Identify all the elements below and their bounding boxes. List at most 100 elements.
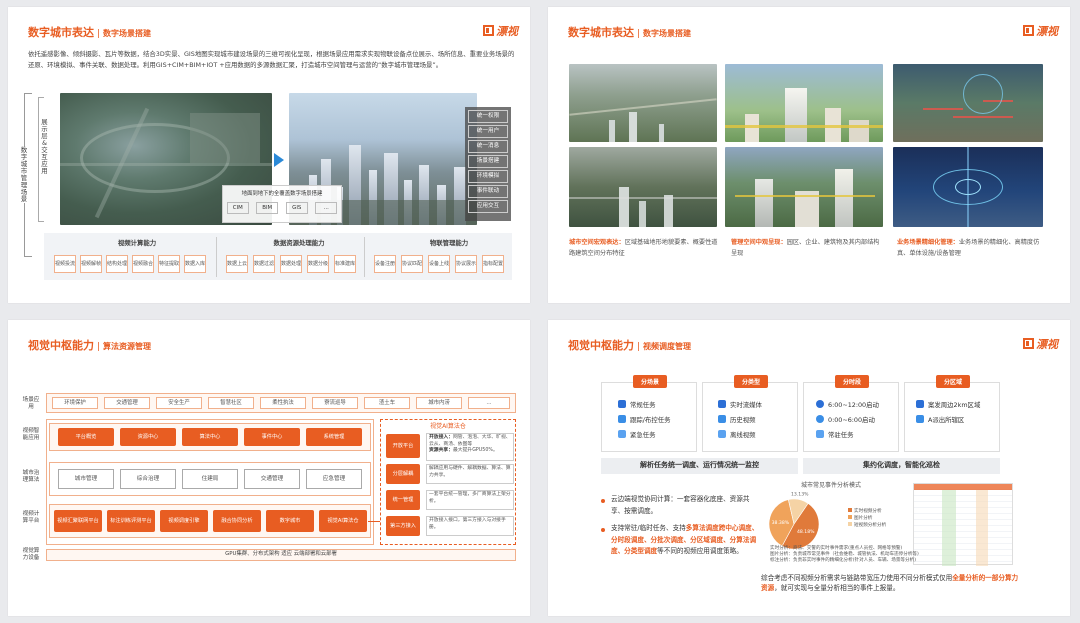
scene-item[interactable]: ... [468,397,510,409]
scene-item[interactable]: 智慧社区 [208,397,254,409]
logo-mark-icon [483,25,494,36]
scene-item[interactable]: 城市内涝 [416,397,462,409]
scene-item[interactable]: 安全生产 [156,397,202,409]
category-item: 0:00~6:00启动 [816,415,875,424]
caption-fine: 业务场景精细化管理：业务场景的精细化、高精度仿真、单体设施/设备管理 [897,239,1040,257]
app-item[interactable]: 事件中心 [244,428,300,446]
meso-image-top [725,64,883,142]
ground-box: 地面到地下的全覆盖数字场景搭建 CIM BIM GIS ... [222,185,342,223]
governance-item[interactable]: 城市管理 [58,469,114,489]
capability-item: 标准建库 [334,255,356,273]
app-item[interactable]: 系统管理 [306,428,362,446]
capability-item: 视频投流 [54,255,76,273]
meso-image-bottom [725,147,883,227]
summary-text: 综合考虑不同视频分析需求与链路带宽压力使用不同分析模式仅用全量分析的一部分算力资… [761,574,1019,592]
slide-1[interactable]: 数字城市表达 | 数字场景搭建 漂视 依托遥感影像、倾斜摄影、瓦片等数据，结合3D实… [8,7,530,303]
clock-icon [816,415,824,423]
category-tag: 分时段 [835,375,870,388]
history-icon [718,415,726,423]
ground-item: ... [315,202,338,214]
platform-item[interactable]: 视频汇聚联网平台 [54,510,102,532]
intro-paragraph: 依托遥感影像、倾斜摄影、瓦片等数据，结合3D实景、GIS地图实现城市建设场景的三… [28,50,515,69]
pie-slice-label: 13.13% [791,492,809,498]
side-menu-item[interactable]: 环境模拟 [468,170,508,183]
ground-title: 地面到地下的全覆盖数字场景搭建 [241,191,323,197]
governance-item[interactable]: 住建局 [182,469,238,489]
platform-item[interactable]: 数字城市 [266,510,314,532]
clock-icon [816,400,824,408]
side-menu-item[interactable]: 场景搭建 [468,155,508,168]
category-tag: 分区域 [936,375,971,388]
fine-image-bottom [893,147,1043,227]
row-label: 城市治理算法 [22,470,40,483]
side-menu-item[interactable]: 统一用户 [468,125,508,138]
governance-item[interactable]: 应急管理 [306,469,362,489]
platform-item[interactable]: 视觉AI算法仓 [319,510,367,532]
offline-icon [718,430,726,438]
scene-item[interactable]: 柔性执法 [260,397,306,409]
logo-mark-icon [1023,25,1034,36]
legend-label: 图片分析 [854,516,873,521]
brand-logo: 漂视 [483,23,518,39]
ai-item-button[interactable]: 分层解耦 [386,464,420,484]
slide-title: 视觉中枢能力 | 算法资源管理 [28,339,152,352]
ai-panel-title: 视觉AI算法仓 [430,423,466,430]
track-icon [618,415,626,423]
governance-item[interactable]: 综合治理 [120,469,176,489]
pie-slice-label: 38.38% [772,520,790,526]
platform-item[interactable]: 视频调度引擎 [160,510,208,532]
governance-item[interactable]: 交通管理 [244,469,300,489]
app-item[interactable]: 资源中心 [120,428,176,446]
ai-item-desc: 一套平台统一管理，多厂商算法上架分析。 [426,490,514,510]
analysis-note: 图片分析：负责城市常见事件（社会维稳、城管执法、机动车违停分析等) [770,552,919,557]
urgent-icon [618,430,626,438]
scene-item[interactable]: 渣土车 [364,397,410,409]
ai-item-button[interactable]: 统一管理 [386,490,420,510]
capability-item: 视频解帧 [80,255,102,273]
platform-item[interactable]: 标注训练评测平台 [107,510,155,532]
slide-4[interactable]: 视觉中枢能力 | 视频调度管理 漂视 分场景 常规任务 跟踪/布控任务 紧急任务 分… [548,320,1070,616]
ai-item-button[interactable]: 第三方接入 [386,516,420,536]
slide-2[interactable]: 数字城市表达 | 数字场景搭建 漂视 城市空间宏观表达：区域基础地形地貌要素、概… [548,7,1070,303]
row-label: 场景应用 [22,397,40,410]
ai-item-button[interactable]: 开放平台 [386,434,420,458]
legend-item: 实时视频分析 [848,508,912,515]
legend-item: 短视频分析分析 [848,522,912,529]
slide-title: 视觉中枢能力 | 视频调度管理 [568,339,692,352]
category-item: 案发周边2km区域 [916,400,980,409]
legend-label: 短视频分析分析 [854,523,887,528]
app-item[interactable]: 算法中心 [182,428,238,446]
scene-item[interactable]: 环境保护 [52,397,98,409]
side-menu-item[interactable]: 统一消息 [468,140,508,153]
scene-item[interactable]: 交通管理 [104,397,150,409]
bullet-1: 云边端视觉协同计算：一套容器化底座、资源共享、按需调度。 [611,495,750,515]
capability-item: 数据过滤 [253,255,275,273]
side-menu-item[interactable]: 应用交互 [468,200,508,213]
capability-item: 设备上线 [428,255,450,273]
fine-image-top [893,64,1043,142]
category-item: 常驻任务 [816,430,854,439]
legend-label: 实时视频分析 [854,509,882,514]
category-item: 6:00~12:00启动 [816,400,879,409]
app-item[interactable]: 平台概览 [58,428,114,446]
stream-icon [718,400,726,408]
ai-item-desc: 开放接入：网管、泡泡、大华、旷视、云从、商汤、依图等 资源共享：最大提升GPU50… [426,433,514,461]
task-icon [618,400,626,408]
slide-3[interactable]: 视觉中枢能力 | 算法资源管理 场景应用 视频智能应用 城市治理算法 视频计算平台 … [8,320,530,616]
side-menu-item[interactable]: 统一权限 [468,110,508,123]
category-tag: 分场景 [633,375,668,388]
macro-image-bottom [569,147,717,227]
capability-item: 数据入库 [184,255,206,273]
platform-item[interactable]: 融合协同分析 [213,510,261,532]
capability-item: 协议匹配 [401,255,423,273]
capability-item: 数据分级 [307,255,329,273]
pie-legend: 实时视频分析 图片分析短视频分析分析 [848,508,912,529]
band-right-text: 集约化调度，智能化巡检 [863,461,940,469]
scene-item[interactable]: 寮流巡导 [312,397,358,409]
ground-item: GIS [285,202,308,214]
side-menu-item[interactable]: 事件联动 [468,185,508,198]
category-item: 历史视频 [718,415,756,424]
category-item: 实时流媒体 [718,400,762,409]
side-menu: 统一权限 统一用户 统一消息 场景搭建 环境模拟 事件联动 应用交互 [465,107,511,221]
pie-slice-label: 48.18% [797,529,815,535]
